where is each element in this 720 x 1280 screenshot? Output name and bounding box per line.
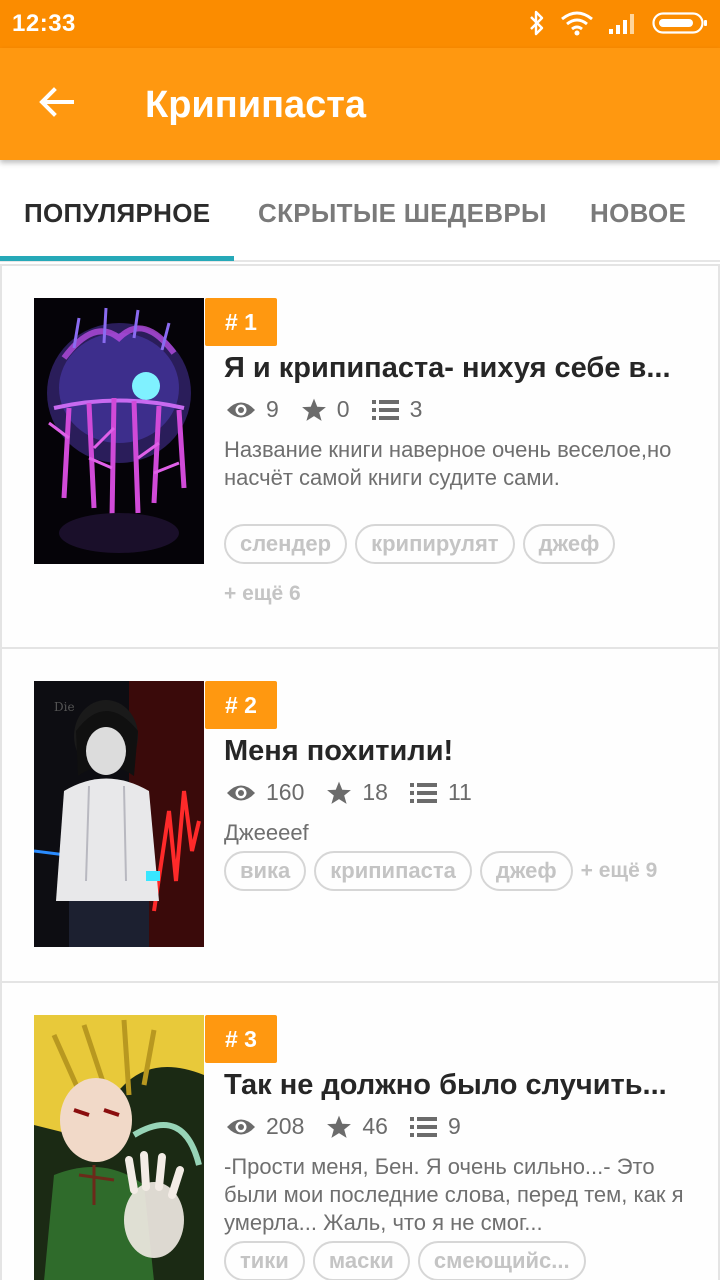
tag-chip[interactable]: джеф bbox=[479, 851, 573, 891]
views-count: 9 bbox=[266, 396, 279, 422]
rank-badge: # 3 bbox=[205, 1015, 277, 1063]
svg-text:Die: Die bbox=[54, 700, 75, 714]
tab-bar: ПОПУЛЯРНОЕ СКРЫТЫЕ ШЕДЕВРЫ НОВОЕ bbox=[0, 160, 720, 262]
views-count: 160 bbox=[266, 779, 305, 805]
tag-chip[interactable]: крипирулят bbox=[355, 524, 515, 564]
tab-hidden-masterpieces[interactable]: СКРЫТЫЕ ШЕДЕВРЫ bbox=[258, 198, 547, 229]
status-time: 12:33 bbox=[12, 10, 76, 37]
tag-chip[interactable]: слендер bbox=[224, 524, 348, 564]
book-stats: 9 0 3 bbox=[226, 396, 444, 423]
tag-list: слендер крипирулят джеф bbox=[224, 524, 616, 564]
book-title[interactable]: Так не должно было случить... bbox=[224, 1069, 694, 1102]
book-title[interactable]: Меня похитили! bbox=[224, 735, 694, 768]
star-icon bbox=[326, 780, 362, 806]
book-description: Название книги наверное очень веселое,но… bbox=[224, 437, 672, 490]
book-cover[interactable] bbox=[34, 1015, 204, 1280]
status-bar: 12:33 bbox=[0, 0, 720, 48]
book-stats: 208 46 9 bbox=[226, 1113, 483, 1140]
page-title: Крипипаста bbox=[145, 84, 367, 126]
rank-badge: # 2 bbox=[205, 681, 277, 729]
tag-chip[interactable]: джеф bbox=[522, 524, 616, 564]
tab-new[interactable]: НОВОЕ bbox=[590, 198, 686, 229]
more-tags-link[interactable]: + ещё 6 bbox=[224, 582, 301, 606]
tag-chip[interactable]: тики bbox=[224, 1241, 305, 1280]
stars-stat: 46 bbox=[326, 1113, 388, 1140]
app-bar: Крипипаста bbox=[0, 48, 720, 160]
book-cover[interactable]: Die bbox=[34, 681, 204, 947]
arrow-back-icon bbox=[38, 86, 74, 123]
tag-chip[interactable]: вика bbox=[224, 851, 307, 891]
book-description: Джеееef bbox=[224, 820, 309, 845]
status-icons bbox=[528, 10, 708, 36]
list-icon bbox=[409, 782, 448, 804]
tag-list: вика крипипаста джеф + ещё 9 bbox=[224, 851, 657, 891]
list-icon bbox=[371, 399, 410, 421]
views-stat: 160 bbox=[226, 779, 304, 806]
tab-indicator bbox=[0, 256, 234, 261]
stars-count: 18 bbox=[362, 779, 388, 805]
chapters-stat: 9 bbox=[409, 1113, 461, 1140]
views-count: 208 bbox=[266, 1113, 305, 1139]
star-icon bbox=[326, 1114, 362, 1140]
stars-count: 46 bbox=[362, 1113, 388, 1139]
tag-chip[interactable]: крипипаста bbox=[314, 851, 472, 891]
stars-stat: 0 bbox=[301, 396, 350, 423]
book-description: -Прости меня, Бен. Я очень сильно...- Эт… bbox=[224, 1154, 684, 1235]
eye-icon bbox=[226, 1116, 266, 1138]
book-card[interactable]: # 3 Так не должно было случить... 208 46… bbox=[0, 983, 720, 1280]
stars-count: 0 bbox=[336, 396, 350, 422]
chapters-count: 9 bbox=[447, 1113, 461, 1139]
back-button[interactable] bbox=[26, 78, 86, 130]
signal-icon bbox=[608, 11, 638, 35]
rank-badge: # 1 bbox=[205, 298, 277, 346]
wifi-icon bbox=[560, 10, 594, 36]
tag-chip[interactable]: смеющийс... bbox=[417, 1241, 586, 1280]
eye-icon bbox=[226, 782, 266, 804]
book-title[interactable]: Я и крипипаста- нихуя себе в... bbox=[224, 352, 694, 385]
chapters-stat: 3 bbox=[371, 396, 423, 423]
list-icon bbox=[409, 1116, 448, 1138]
battery-icon bbox=[652, 11, 708, 35]
book-stats: 160 18 11 bbox=[226, 779, 494, 806]
tag-list: тики маски смеющийс... bbox=[224, 1241, 586, 1280]
chapters-count: 3 bbox=[409, 396, 423, 422]
bluetooth-icon bbox=[528, 10, 546, 36]
star-icon bbox=[301, 397, 337, 423]
more-tags-link[interactable]: + ещё 9 bbox=[581, 859, 658, 883]
tag-chip[interactable]: маски bbox=[312, 1241, 410, 1280]
book-card[interactable]: # 1 Я и крипипаста- нихуя себе в... 9 0 … bbox=[0, 264, 720, 649]
book-card[interactable]: Die # 2 Меня похитили! 160 18 11 Джеееef… bbox=[0, 649, 720, 983]
eye-icon bbox=[226, 399, 266, 421]
views-stat: 9 bbox=[226, 396, 279, 423]
book-cover[interactable] bbox=[34, 298, 204, 564]
chapters-stat: 11 bbox=[409, 779, 472, 806]
views-stat: 208 bbox=[226, 1113, 304, 1140]
stars-stat: 18 bbox=[326, 779, 388, 806]
tab-popular[interactable]: ПОПУЛЯРНОЕ bbox=[24, 198, 210, 229]
chapters-count: 11 bbox=[447, 779, 472, 805]
